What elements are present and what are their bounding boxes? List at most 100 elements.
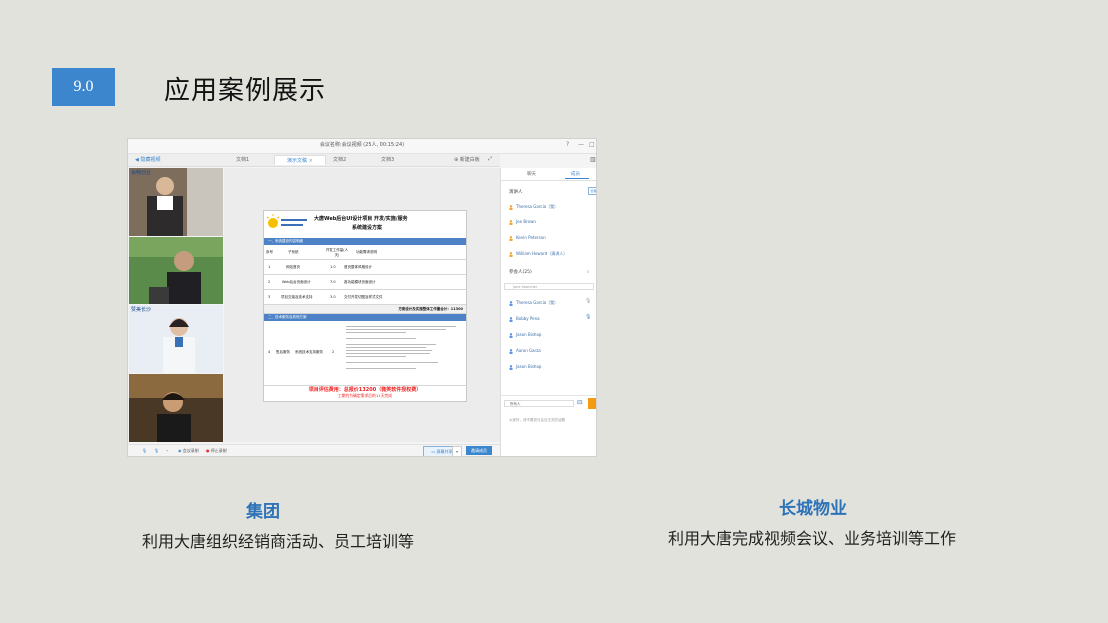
row-number: 4 (268, 350, 271, 354)
member-name: Bobby Pena (516, 316, 540, 321)
slide: 9.0 应用案例展示 会议名称:会议视频 (25人, 00:15:24) ? —… (0, 0, 1108, 623)
row-description-text-lines (346, 326, 456, 369)
active-tab-underline (565, 178, 589, 179)
member-item[interactable]: Jason Bishop (509, 332, 541, 338)
record-button[interactable]: ◉ 会议录制 (178, 448, 199, 454)
row-days: 7.0 (330, 280, 336, 284)
column-header: 开发工作量(人天) (325, 248, 349, 257)
row-number: 3 (268, 295, 271, 299)
fullscreen-icon[interactable]: ⤢ (488, 156, 492, 162)
member-item[interactable]: Theresa Garcia（我） (509, 300, 558, 306)
microphone-icon[interactable]: 🎙 (585, 298, 591, 304)
tab-members[interactable]: 成员 (571, 171, 580, 177)
video-label: 会畅创业 (131, 170, 152, 176)
hide-video-button[interactable]: ◀ 隐藏视频 (135, 156, 160, 163)
stop-record-button[interactable]: ● 停止录制 (206, 448, 227, 454)
layout-icon[interactable]: ▥ (590, 156, 596, 163)
chevron-left-icon: ◀ (135, 157, 139, 163)
record-label: 会议录制 (182, 448, 199, 453)
caption-title-left: 集团 (246, 502, 280, 522)
member-item[interactable]: Jason Bishop (509, 364, 541, 370)
hide-video-label: 隐藏视频 (140, 157, 161, 163)
video-tile[interactable]: 赞美长沙 (129, 305, 223, 373)
message-input[interactable]: 大家好，请不要说与会议无关的话题 (509, 418, 565, 423)
document-viewer[interactable]: 大唐Web后台UI设计项目 开发/实施/服务 系统建设方案 一、系统建设内容明细… (224, 168, 500, 442)
caption-desc-left: 利用大唐组织经销商活动、员工培训等 (141, 532, 414, 551)
mute-icon[interactable]: 🎙 (154, 448, 159, 453)
search-icon[interactable]: ⌕ (587, 269, 590, 275)
column-header: 功能需求说明 (356, 250, 377, 254)
invite-member-button[interactable]: 邀请成员 (466, 446, 492, 455)
tab-presentation[interactable]: 演示文稿 × (274, 155, 326, 165)
tab-doc1[interactable]: 文档1 (236, 156, 249, 163)
microphone-icon[interactable]: 🎙 (585, 314, 591, 320)
video-person-image (129, 237, 223, 304)
record-icon: ◉ (178, 448, 182, 453)
tab-doc2[interactable]: 文档2 (333, 156, 346, 163)
total-row: 方案设计及实施整体工作量合计：11300 (264, 305, 466, 314)
row-name: 项目交接及技术支持 (281, 295, 313, 299)
table-row: 4 售后服务 系统技术支持服务 2 (264, 322, 466, 386)
maximize-button[interactable]: □ (589, 141, 595, 148)
table-row: 1 网站首页 1.0 首页整体风格设计 (264, 260, 466, 275)
member-name: Theresa Garcia（我） (516, 300, 559, 305)
video-label: 赞美长沙 (131, 307, 152, 313)
document-heading: 大唐Web后台UI设计项目 开发/实施/服务 (314, 216, 408, 222)
minimize-button[interactable]: — (578, 141, 584, 148)
presenter-item[interactable]: William Howard（演讲人） (509, 251, 567, 257)
caption-desc-right: 利用大唐完成视频会议、业务培训等工作 (667, 529, 956, 548)
members-section-title: 参会人(25) (509, 270, 532, 275)
presenter-name: Theresa Garcia（我） (516, 204, 559, 209)
new-whiteboard-label: 新建白板 (459, 157, 480, 163)
member-item[interactable]: Bobby Pena (509, 316, 540, 322)
section-title: 一、系统建设内容明细 (268, 239, 303, 243)
divider (501, 395, 596, 396)
microphone-icon[interactable]: 🎙 (142, 448, 147, 453)
row-days: 2 (332, 350, 335, 354)
presenter-item[interactable]: Kevin Peterson (509, 235, 546, 241)
send-image-icon[interactable]: 🖾 (577, 400, 582, 408)
price-summary: 项目评估费用：总报价13200（微笑软件授权费） (308, 387, 422, 393)
help-icon[interactable]: ? (566, 141, 569, 148)
stop-icon: ● (206, 448, 210, 453)
presenter-item[interactable]: Theresa Garcia（我） (509, 204, 558, 210)
user-icon (509, 332, 513, 338)
user-icon (509, 300, 513, 306)
page-title: 应用案例展示 (164, 76, 327, 106)
member-item[interactable]: Aaron Garza (509, 348, 541, 354)
tab-chat[interactable]: 聊天 (527, 171, 536, 177)
manage-presenter-button[interactable]: 管理 (588, 187, 596, 195)
add-icon: ⊕ (454, 157, 459, 163)
document-page: 大唐Web后台UI设计项目 开发/实施/服务 系统建设方案 一、系统建设内容明细… (263, 210, 467, 402)
close-icon[interactable]: × (309, 158, 313, 164)
share-dropdown-button[interactable]: ▾ (452, 446, 462, 456)
video-tile[interactable] (129, 374, 223, 442)
stop-record-label: 停止录制 (210, 448, 227, 453)
member-search-input[interactable]: Jane Searcher (504, 283, 594, 290)
row-desc: 交付开发切图及样式文件 (344, 295, 383, 299)
company-logo-icon (266, 214, 307, 228)
new-whiteboard-button[interactable]: ⊕ 新建白板 (454, 156, 480, 163)
presenter-name: Kevin Peterson (516, 235, 546, 240)
app-screenshot: 会议名称:会议视频 (25人, 00:15:24) ? — □ ◀ 隐藏视频 文… (128, 139, 596, 456)
video-tile[interactable]: 会畅创业 (129, 168, 223, 236)
chevron-down-icon: ▾ (455, 449, 458, 454)
schedule-summary: 工期约为确定需求后的11天完成 (337, 393, 393, 398)
caption-title-right: 长城物业 (779, 499, 847, 519)
presenter-name: Joe Brown (516, 219, 536, 224)
row-name: 网站首页 (286, 265, 300, 269)
total-text: 方案设计及实施整体工作量合计：11300 (398, 307, 463, 311)
message-target-select[interactable]: 所有人 (504, 400, 574, 407)
audio-settings-icon[interactable]: ⌁ (166, 448, 168, 453)
share-screen-icon: ▭ (431, 449, 436, 454)
send-message-button[interactable] (588, 398, 596, 409)
meeting-control-bar: 🎙 🎙 ⌁ ◉ 会议录制 ● 停止录制 ▭ 屏幕共享 ▾ 邀请成员 (128, 444, 500, 456)
presenter-item[interactable]: Joe Brown (509, 219, 536, 225)
window-titlebar: 会议名称:会议视频 (25人, 00:15:24) ? — □ (128, 139, 596, 154)
row-desc: 首页整体风格设计 (344, 265, 372, 269)
tab-doc3[interactable]: 文档3 (381, 156, 394, 163)
user-icon (509, 251, 513, 257)
video-person-image (129, 374, 223, 442)
video-tile[interactable] (129, 237, 223, 304)
member-name: Jason Bishop (516, 332, 542, 337)
